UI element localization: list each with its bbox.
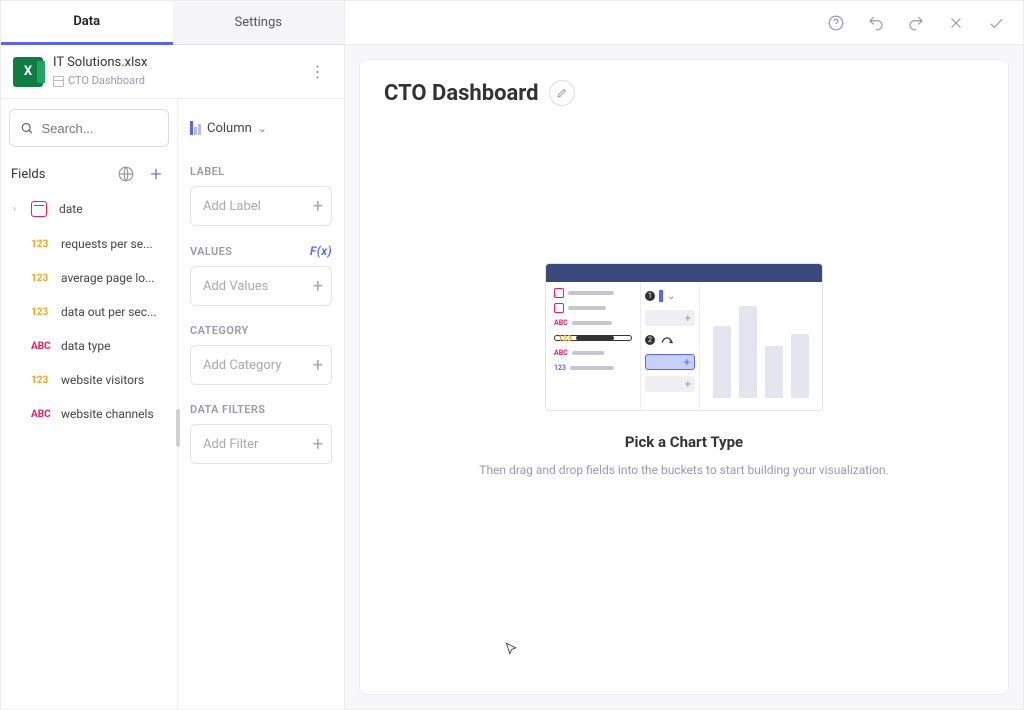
empty-state-graphic: ABC 123 ABC 123 1⌄ + 2 + + bbox=[545, 263, 823, 411]
fx-button[interactable]: F(x) bbox=[310, 244, 332, 258]
add-filter-icon: + bbox=[313, 434, 323, 455]
filters-bucket-placeholder: Add Filter bbox=[203, 437, 258, 452]
file-more-button[interactable]: ⋮ bbox=[304, 58, 332, 86]
label-bucket-placeholder: Add Label bbox=[203, 199, 261, 214]
file-sub: CTO Dashboard bbox=[53, 74, 294, 88]
titlebar bbox=[345, 1, 1023, 45]
section-values-title: VALUES F(x) bbox=[190, 244, 332, 258]
app-root: Data Settings X IT Solutions.xlsx CTO Da… bbox=[0, 0, 1024, 710]
scroll-thumb[interactable] bbox=[176, 409, 180, 447]
field-item[interactable]: ABC website channels bbox=[9, 397, 169, 431]
add-values-icon: + bbox=[313, 276, 323, 297]
two-col: Fields + › date 123 requests per se... 123 av… bbox=[1, 99, 344, 709]
redo-button[interactable] bbox=[901, 8, 931, 38]
chart-type-picker[interactable]: Column ⌄ bbox=[190, 109, 332, 147]
filters-bucket[interactable]: Add Filter + bbox=[190, 424, 332, 464]
tab-data[interactable]: Data bbox=[1, 1, 173, 45]
cursor-icon bbox=[504, 641, 518, 660]
fields-panel: Fields + › date 123 requests per se... 123 av… bbox=[1, 99, 178, 709]
empty-state-title: Pick a Chart Type bbox=[625, 433, 743, 451]
left-sidebar: Data Settings X IT Solutions.xlsx CTO Da… bbox=[1, 1, 345, 709]
chart-type-label: Column bbox=[207, 121, 252, 136]
numeric-type-icon: 123 bbox=[31, 239, 53, 250]
sidebar-tabs: Data Settings bbox=[1, 1, 344, 45]
chevron-right-icon: › bbox=[13, 204, 23, 215]
add-category-icon: + bbox=[313, 355, 323, 376]
add-label-icon: + bbox=[313, 196, 323, 217]
values-bucket[interactable]: Add Values + bbox=[190, 266, 332, 306]
category-bucket-placeholder: Add Category bbox=[203, 358, 281, 373]
values-bucket-placeholder: Add Values bbox=[203, 279, 268, 294]
excel-icon: X bbox=[13, 57, 43, 87]
section-filters-title: DATA FILTERS bbox=[190, 403, 332, 416]
file-name: IT Solutions.xlsx bbox=[53, 55, 294, 72]
date-type-icon bbox=[31, 201, 47, 217]
section-category-title: CATEGORY bbox=[190, 324, 332, 337]
field-list: › date 123 requests per se... 123 average pag… bbox=[9, 191, 169, 431]
field-item[interactable]: › date bbox=[9, 191, 169, 227]
field-item[interactable]: 123 data out per sec... bbox=[9, 295, 169, 329]
fields-header-label: Fields bbox=[11, 167, 45, 182]
search-input[interactable] bbox=[42, 121, 159, 136]
field-item[interactable]: 123 average page lo... bbox=[9, 261, 169, 295]
file-meta: IT Solutions.xlsx CTO Dashboard bbox=[53, 55, 294, 88]
text-type-icon: ABC bbox=[31, 341, 53, 352]
field-label: requests per se... bbox=[61, 237, 165, 251]
undo-button[interactable] bbox=[861, 8, 891, 38]
sheet-name: CTO Dashboard bbox=[68, 74, 145, 88]
sheet-icon bbox=[53, 76, 64, 87]
numeric-type-icon: 123 bbox=[31, 375, 53, 386]
empty-state: ABC 123 ABC 123 1⌄ + 2 + + bbox=[384, 66, 984, 674]
close-button[interactable] bbox=[941, 8, 971, 38]
text-type-icon: ABC bbox=[31, 409, 53, 420]
field-item[interactable]: ABC data type bbox=[9, 329, 169, 363]
buckets-panel: Column ⌄ LABEL Add Label + VALUES F(x) A… bbox=[178, 99, 344, 709]
chevron-down-icon: ⌄ bbox=[258, 122, 267, 135]
field-label: website channels bbox=[61, 407, 165, 421]
file-row: X IT Solutions.xlsx CTO Dashboard ⋮ bbox=[1, 45, 344, 99]
globe-icon[interactable] bbox=[115, 163, 137, 185]
numeric-type-icon: 123 bbox=[31, 307, 53, 318]
field-label: date bbox=[59, 202, 165, 216]
confirm-button[interactable] bbox=[981, 8, 1011, 38]
field-label: website visitors bbox=[61, 373, 165, 387]
main-area: CTO Dashboard ABC 123 ABC bbox=[345, 1, 1023, 709]
help-button[interactable] bbox=[821, 8, 851, 38]
field-item[interactable]: 123 requests per se... bbox=[9, 227, 169, 261]
search-icon bbox=[20, 120, 34, 136]
empty-state-subtitle: Then drag and drop fields into the bucke… bbox=[479, 463, 888, 477]
label-bucket[interactable]: Add Label + bbox=[190, 186, 332, 226]
field-label: data type bbox=[61, 339, 165, 353]
search-box[interactable] bbox=[9, 109, 169, 147]
fields-header: Fields + bbox=[11, 163, 167, 185]
tab-settings[interactable]: Settings bbox=[173, 1, 345, 45]
canvas: CTO Dashboard ABC 123 ABC bbox=[359, 59, 1009, 695]
column-chart-icon bbox=[190, 121, 201, 135]
category-bucket[interactable]: Add Category + bbox=[190, 345, 332, 385]
field-item[interactable]: 123 website visitors bbox=[9, 363, 169, 397]
numeric-type-icon: 123 bbox=[31, 273, 53, 284]
add-field-button[interactable]: + bbox=[145, 163, 167, 185]
field-label: data out per sec... bbox=[61, 305, 165, 319]
field-label: average page lo... bbox=[61, 271, 165, 285]
section-label-title: LABEL bbox=[190, 165, 332, 178]
